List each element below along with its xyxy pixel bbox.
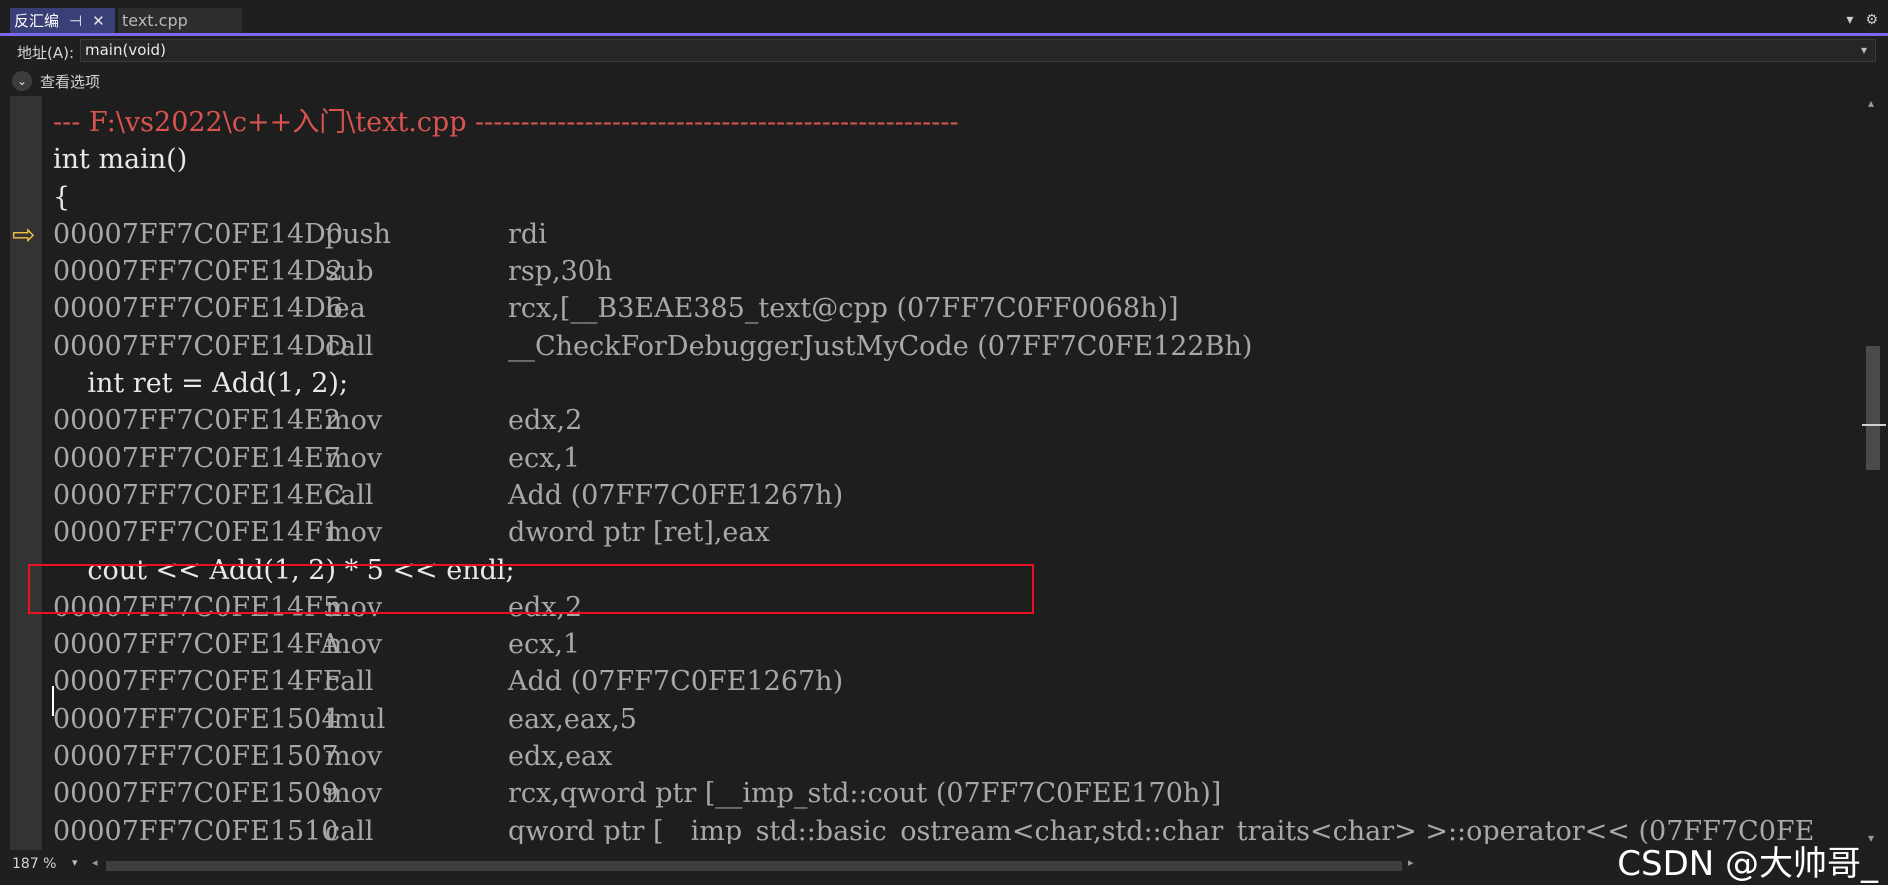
scroll-position-marker [1862, 424, 1886, 426]
asm-line: 00007FF7C0FE14D6lea rcx,[__B3EAE385_text@… [53, 290, 1853, 327]
close-icon[interactable]: ✕ [92, 12, 105, 30]
instruction-mnemonic: lea [325, 293, 366, 325]
tab-text-cpp[interactable]: text.cpp [118, 8, 242, 33]
instruction-mnemonic: call [325, 666, 374, 698]
instruction-operands: rcx,qword ptr [__imp_std::cout (07FF7C0F… [508, 778, 1222, 810]
address-combobox[interactable]: main(void) ▾ [80, 39, 1876, 62]
asm-line: 00007FF7C0FE14FFcall Add (07FF7C0FE1267h) [53, 663, 1853, 700]
asm-line: 00007FF7C0FE14D2sub rsp,30h [53, 253, 1853, 290]
instruction-address: 00007FF7C0FE14D0 [53, 218, 343, 250]
editor-bottom-bar: 187 % ▾ ◂ ▸ CSDN @大帅哥_ [0, 844, 1888, 884]
source-text: int ret = Add(1, 2); [53, 368, 349, 400]
tab-text-cpp-label: text.cpp [122, 11, 188, 30]
gear-icon[interactable]: ⚙ [1865, 12, 1878, 28]
watermark: CSDN @大帅哥_ [1617, 844, 1878, 884]
asm-line: 00007FF7C0FE14E2mov edx,2 [53, 402, 1853, 439]
instruction-address: 00007FF7C0FE14FA [53, 629, 341, 661]
tab-list-dropdown-icon[interactable]: ▾ [1846, 12, 1853, 28]
view-options-bar: ⌄ 查看选项 [0, 66, 1888, 96]
pin-icon[interactable]: ⊣ [69, 12, 82, 30]
instruction-mnemonic: mov [325, 405, 383, 437]
tab-disassembly-label: 反汇编 [14, 12, 60, 30]
scroll-up-icon[interactable]: ▴ [1868, 96, 1874, 110]
zoom-level[interactable]: 187 % [12, 856, 56, 872]
instruction-operands: Add (07FF7C0FE1267h) [508, 666, 844, 698]
document-tab-bar: 反汇编 ⊣ ✕ text.cpp ▾ ⚙ [0, 0, 1888, 34]
instruction-operands: dword ptr [ret],eax [508, 517, 770, 549]
instruction-operands: eax,eax,5 [508, 703, 637, 735]
disassembly-editor[interactable]: ⇨ --- F:\vs2022\c++入门\text.cpp ---------… [0, 96, 1860, 850]
address-bar: 地址(A): main(void) ▾ [0, 36, 1888, 66]
instruction-operands: edx,eax [508, 741, 613, 773]
tab-bar-tools: ▾ ⚙ [1846, 12, 1878, 28]
instruction-address: 00007FF7C0FE1504 [53, 703, 339, 735]
instruction-operands: edx,2 [508, 405, 583, 437]
instruction-mnemonic: call [325, 815, 374, 844]
source-text: { [53, 181, 71, 213]
horizontal-scroll-thumb[interactable] [106, 861, 1402, 871]
instruction-operands: rsp,30h [508, 256, 613, 288]
instruction-operands: Add (07FF7C0FE1267h) [508, 479, 844, 511]
instruction-operands: __CheckForDebuggerJustMyCode (07FF7C0FE1… [508, 330, 1253, 362]
source-line: int ret = Add(1, 2); [53, 365, 1853, 402]
instruction-mnemonic: mov [325, 778, 383, 810]
asm-line: 00007FF7C0FE1507mov edx,eax [53, 738, 1853, 775]
instruction-mnemonic: mov [325, 517, 383, 549]
code-lines: --- F:\vs2022\c++入门\text.cpp -----------… [53, 104, 1853, 844]
text-caret [52, 686, 54, 716]
glyph-margin[interactable] [10, 96, 42, 850]
asm-line: 00007FF7C0FE1504imul eax,eax,5 [53, 701, 1853, 738]
instruction-mnemonic: call [325, 479, 374, 511]
current-instruction-arrow-icon: ⇨ [12, 217, 36, 251]
highlight-box [28, 564, 1034, 614]
tab-disassembly[interactable]: 反汇编 ⊣ ✕ [10, 8, 115, 33]
instruction-address: 00007FF7C0FE14E7 [53, 442, 342, 474]
instruction-mnemonic: mov [325, 442, 383, 474]
instruction-address: 00007FF7C0FE14D6 [53, 293, 343, 325]
scroll-right-icon[interactable]: ▸ [1408, 856, 1414, 869]
instruction-address: 00007FF7C0FE1507 [53, 741, 339, 773]
asm-line: 00007FF7C0FE14E7mov ecx,1 [53, 440, 1853, 477]
scroll-left-icon[interactable]: ◂ [92, 856, 98, 869]
instruction-mnemonic: imul [325, 703, 386, 735]
instruction-address: 00007FF7C0FE1509 [53, 778, 339, 810]
instruction-address: 00007FF7C0FE14F1 [53, 517, 341, 549]
instruction-mnemonic: mov [325, 741, 383, 773]
asm-line: 00007FF7C0FE1509mov rcx,qword ptr [__imp_… [53, 775, 1853, 812]
instruction-mnemonic: sub [325, 256, 374, 288]
instruction-address: 00007FF7C0FE1510 [53, 815, 339, 844]
asm-line: 00007FF7C0FE14DDcall __CheckForDebuggerJu… [53, 328, 1853, 365]
instruction-address: 00007FF7C0FE14FF [53, 666, 342, 698]
asm-line: 00007FF7C0FE14FAmov ecx,1 [53, 626, 1853, 663]
source-file-header: --- F:\vs2022\c++入门\text.cpp -----------… [53, 107, 959, 138]
chevron-down-icon[interactable]: ▾ [1861, 40, 1867, 61]
vertical-scrollbar[interactable]: ▴ ▾ [1860, 96, 1888, 850]
asm-line: 00007FF7C0FE1510call qword ptr [__imp_std… [53, 813, 1853, 844]
source-line: { [53, 179, 1853, 216]
instruction-address: 00007FF7C0FE14EC [53, 479, 345, 511]
view-options-label[interactable]: 查看选项 [40, 71, 100, 92]
instruction-address: 00007FF7C0FE14D2 [53, 256, 343, 288]
instruction-mnemonic: push [325, 218, 391, 250]
address-label: 地址(A): [17, 44, 75, 62]
asm-line: 00007FF7C0FE14F1mov dword ptr [ret],eax [53, 514, 1853, 551]
instruction-operands: ecx,1 [508, 629, 581, 661]
instruction-address: 00007FF7C0FE14DD [53, 330, 348, 362]
source-line: int main() [53, 141, 1853, 178]
instruction-operands: ecx,1 [508, 442, 581, 474]
instruction-mnemonic: mov [325, 629, 383, 661]
vertical-scroll-thumb[interactable] [1866, 346, 1880, 470]
instruction-address: 00007FF7C0FE14E2 [53, 405, 342, 437]
source-text: int main() [53, 144, 188, 176]
instruction-operands: rcx,[__B3EAE385_text@cpp (07FF7C0FF0068h… [508, 293, 1179, 325]
instruction-mnemonic: call [325, 330, 374, 362]
view-options-toggle-icon[interactable]: ⌄ [12, 71, 32, 91]
asm-line: 00007FF7C0FE14D0push rdi [53, 216, 1853, 253]
asm-line: 00007FF7C0FE14ECcall Add (07FF7C0FE1267h) [53, 477, 1853, 514]
address-value: main(void) [85, 41, 166, 59]
instruction-operands: rdi [508, 218, 547, 250]
zoom-dropdown-icon[interactable]: ▾ [72, 856, 78, 869]
